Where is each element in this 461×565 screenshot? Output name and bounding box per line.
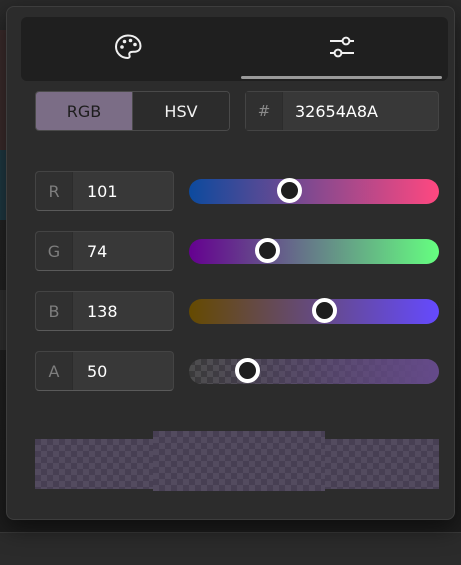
mode-hsv-button[interactable]: HSV [132,92,229,130]
active-tab-indicator [241,76,442,79]
hex-value[interactable]: 32654A8A [283,102,378,121]
blue-value[interactable]: 138 [73,302,118,321]
tab-palette[interactable] [21,17,234,81]
palette-icon [113,32,143,66]
color-mode-selector: RGB HSV [35,91,230,131]
current-color-swatch [153,431,325,491]
channel-row-red: R 101 [35,171,445,211]
tab-sliders[interactable] [235,17,448,81]
alpha-slider-hit [189,358,439,384]
green-slider-thumb[interactable] [254,238,280,263]
green-label: G [36,232,73,270]
red-value[interactable]: 101 [73,182,118,201]
sliders-icon [327,32,357,66]
channel-row-alpha: A 50 [35,351,445,391]
red-label: R [36,172,73,210]
red-input[interactable]: R 101 [35,171,174,211]
blue-slider[interactable] [189,298,439,324]
alpha-input[interactable]: A 50 [35,351,174,391]
channel-row-green: G 74 [35,231,445,271]
previous-color-swatch [325,439,439,489]
green-value[interactable]: 74 [73,242,107,261]
red-slider-thumb[interactable] [277,178,302,203]
color-picker-tabbar [21,17,448,81]
channel-row-blue: B 138 [35,291,445,331]
previous-color-swatch [35,439,153,489]
hex-input[interactable]: # 32654A8A [245,91,439,131]
alpha-label: A [36,352,73,390]
blue-slider-thumb[interactable] [312,298,337,323]
green-slider[interactable] [189,238,439,264]
alpha-value[interactable]: 50 [73,362,107,381]
alpha-slider-thumb[interactable] [234,358,260,383]
blue-input[interactable]: B 138 [35,291,174,331]
color-preview [35,431,439,491]
mode-rgb-button[interactable]: RGB [36,92,132,130]
blue-label: B [36,292,73,330]
color-picker-flyout: RGB HSV # 32654A8A R 101 G 74 B 138 A 50 [6,6,455,520]
green-input[interactable]: G 74 [35,231,174,271]
red-slider[interactable] [189,178,439,204]
hex-prefix: # [246,92,283,130]
backdrop-bottom-bar [0,532,461,565]
